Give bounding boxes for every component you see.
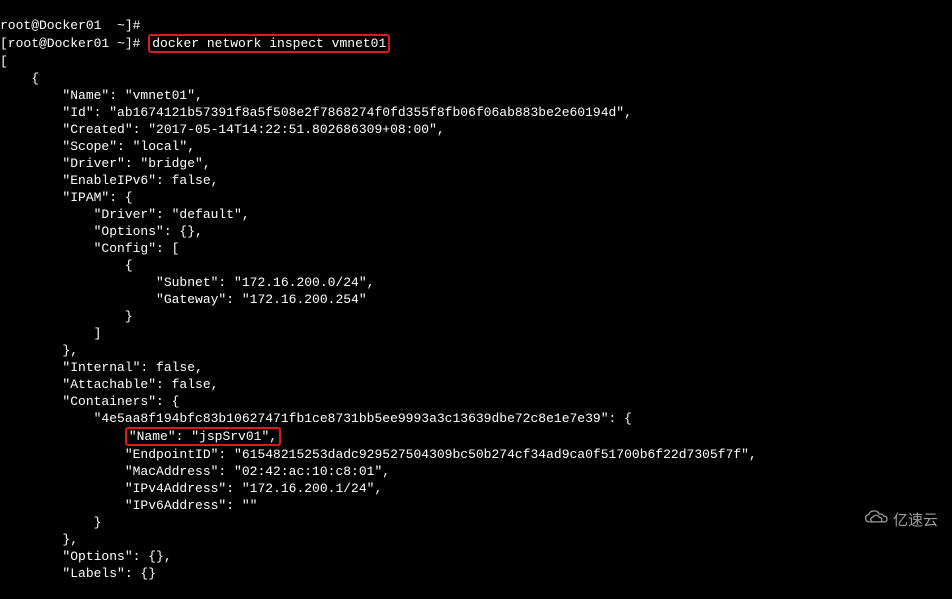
json-line: "IPAM": { [0, 189, 952, 206]
json-line: "Subnet": "172.16.200.0/24", [0, 274, 952, 291]
json-line: "EnableIPv6": false, [0, 172, 952, 189]
json-line: } [0, 308, 952, 325]
terminal-output: root@Docker01 ~]#[root@Docker01 ~]# dock… [0, 0, 952, 599]
json-line: { [0, 257, 952, 274]
json-line: "Containers": { [0, 393, 952, 410]
highlighted-command: docker network inspect vmnet01 [148, 34, 390, 53]
json-line: }, [0, 342, 952, 359]
watermark-text: 亿速云 [893, 512, 938, 529]
json-line: "Id": "ab1674121b57391f8a5f508e2f7868274… [0, 104, 952, 121]
json-line: }, [0, 531, 952, 548]
cloud-icon [863, 508, 889, 532]
json-line: "Config": [ [0, 240, 952, 257]
json-line: { [0, 70, 952, 87]
json-line: "Internal": false, [0, 359, 952, 376]
json-line: "Labels": {} [0, 565, 952, 582]
json-line: "EndpointID": "61548215253dadc9295275043… [0, 446, 952, 463]
container-name-line: "Name": "jspSrv01", [0, 427, 952, 446]
highlighted-container-name: "Name": "jspSrv01", [125, 427, 281, 446]
json-line: "Scope": "local", [0, 138, 952, 155]
json-line: "IPv4Address": "172.16.200.1/24", [0, 480, 952, 497]
json-line: "IPv6Address": "" [0, 497, 952, 514]
json-line: "Attachable": false, [0, 376, 952, 393]
json-line: "Created": "2017-05-14T14:22:51.80268630… [0, 121, 952, 138]
json-line: "Options": {}, [0, 223, 952, 240]
json-line: "4e5aa8f194bfc83b10627471fb1ce8731bb5ee9… [0, 410, 952, 427]
json-line: "MacAddress": "02:42:ac:10:c8:01", [0, 463, 952, 480]
json-line: "Name": "vmnet01", [0, 87, 952, 104]
json-line: "Gateway": "172.16.200.254" [0, 291, 952, 308]
json-line: "Driver": "default", [0, 206, 952, 223]
json-line: "Driver": "bridge", [0, 155, 952, 172]
json-line: } [0, 514, 952, 531]
shell-prompt: [root@Docker01 ~]# [0, 36, 148, 51]
json-line: "Options": {}, [0, 548, 952, 565]
json-line: [ [0, 53, 952, 70]
command-line: [root@Docker01 ~]# docker network inspec… [0, 34, 952, 53]
watermark: 亿速云 [863, 508, 938, 532]
json-line: ] [0, 325, 952, 342]
cut-previous-line: root@Docker01 ~]# [0, 17, 952, 34]
